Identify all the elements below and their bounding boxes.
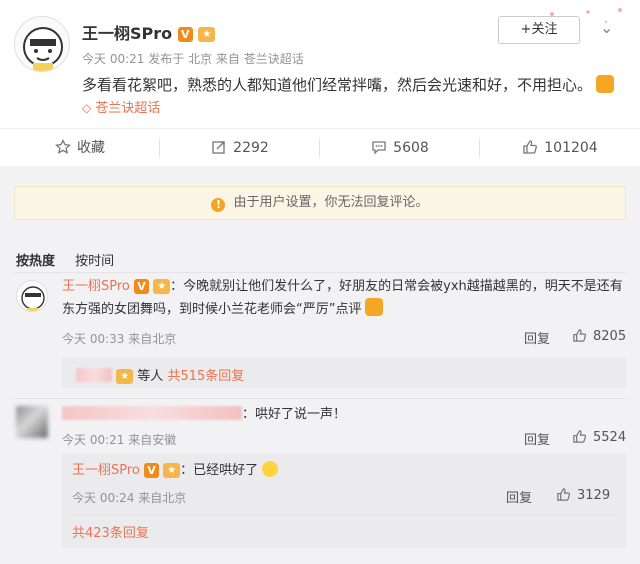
verified-badge-icon: V xyxy=(144,463,160,478)
sub-reply-like-button[interactable]: 3129 xyxy=(556,487,610,503)
author-name[interactable]: 王一栩SPro V ★ xyxy=(82,20,216,44)
repost-count: 2292 xyxy=(233,140,269,156)
reply-restricted-notice: ! 由于用户设置，你无法回复评论。 xyxy=(14,186,626,220)
sort-tabs: 按热度 按时间 xyxy=(16,250,130,269)
published-prefix: 发布于 xyxy=(148,52,185,66)
verified-badge-icon: V xyxy=(177,27,193,42)
comment-text: 王一栩SPro V ★ ：今晚就别让他们发什么了，好朋友的日常会被yxh越描越黑的… xyxy=(62,276,628,298)
comment-text: ：哄好了说一声！ xyxy=(62,404,346,426)
follow-button[interactable]: +关注 xyxy=(498,16,580,44)
medal-icon: ★ xyxy=(153,279,171,294)
notice-text: 由于用户设置，你无法回复评论。 xyxy=(233,195,429,210)
sub-reply-like-count: 3129 xyxy=(577,488,611,503)
author-avatar[interactable] xyxy=(14,16,70,72)
comment-meta: 今天 00:33 来自北京 xyxy=(62,332,177,346)
divider xyxy=(14,272,626,273)
comment-meta: 今天 00:21 来自安徽 xyxy=(62,433,177,447)
post-source-link[interactable]: 苍兰诀超话 xyxy=(244,52,304,66)
comment-author[interactable]: 王一栩SPro xyxy=(62,279,130,294)
laugh-emoji-icon xyxy=(262,461,279,477)
diamond-icon: ◇ xyxy=(82,101,92,115)
post-meta: 今天 00:21 发布于 北京 来自 苍兰诀超话 xyxy=(82,50,304,67)
comment-text-line2-wrap: 东方强的女团舞吗，到时候小兰花老师会“严厉”点评 xyxy=(62,298,628,321)
reply-summary-line: ★ 等人 共515条回复 xyxy=(76,365,244,384)
thumb-up-icon xyxy=(573,329,587,342)
replies-total-link[interactable]: 共423条回复 xyxy=(72,522,149,541)
reply-summary[interactable]: ★ 等人 共515条回复 xyxy=(62,358,626,388)
reply-button[interactable]: 回复 xyxy=(524,429,550,448)
info-icon: ! xyxy=(211,198,226,212)
source-prefix: 来自 xyxy=(215,52,240,66)
comment-like-button[interactable]: 5524 xyxy=(572,429,626,445)
comment-text-line2: 东方强的女团舞吗，到时候小兰花老师会“严厉”点评 xyxy=(62,302,362,317)
medal-icon: ★ xyxy=(163,463,181,478)
post-location: 北京 xyxy=(188,52,213,66)
medal-icon: ★ xyxy=(198,27,216,42)
comment-body: 王一栩SPro V ★ ：今晚就别让他们发什么了，好朋友的日常会被yxh越描越黑的… xyxy=(62,276,628,321)
like-button[interactable]: 101204 xyxy=(480,129,640,167)
favorite-label: 收藏 xyxy=(77,140,105,156)
repost-icon xyxy=(212,141,225,154)
topic-label[interactable]: 苍兰诀超话 xyxy=(95,101,160,116)
avatar-cartoon-icon xyxy=(17,281,47,311)
star-icon xyxy=(54,138,72,154)
comment-text-content: ：哄好了说一声！ xyxy=(242,407,347,422)
heart-hand-emoji-icon xyxy=(596,75,615,93)
blurred-username xyxy=(76,368,112,382)
thumb-up-icon xyxy=(557,488,571,501)
medal-icon: ★ xyxy=(116,369,134,384)
sub-reply-author[interactable]: 王一栩SPro xyxy=(72,463,140,478)
comment-like-count: 8205 xyxy=(593,329,627,344)
comment-avatar[interactable] xyxy=(16,280,48,312)
comment-button[interactable]: 5608 xyxy=(320,129,480,167)
post-time: 今天 00:21 xyxy=(82,52,145,66)
chevron-down-icon[interactable]: ⌄ xyxy=(600,18,613,37)
post-content-text: 多看看花絮吧，熟悉的人都知道他们经常拌嘴，然后会光速和好，不用担心。 xyxy=(82,76,593,94)
tab-sort-time[interactable]: 按时间 xyxy=(75,254,114,269)
divider xyxy=(14,398,626,399)
replies-suffix: 等人 xyxy=(137,369,164,384)
author-name-text[interactable]: 王一栩SPro xyxy=(82,24,172,43)
repost-button[interactable]: 2292 xyxy=(160,129,320,167)
topic-link[interactable]: ◇ 苍兰诀超话 xyxy=(82,97,160,116)
tab-sort-hot[interactable]: 按热度 xyxy=(16,254,55,269)
sub-reply-button[interactable]: 回复 xyxy=(506,487,532,506)
comment-count: 5608 xyxy=(393,140,429,156)
sub-reply-box: 王一栩SPro V ★ ：已经哄好了 今天 00:24 来自北京 回复 3129 … xyxy=(62,454,626,548)
divider xyxy=(70,514,618,515)
reply-button[interactable]: 回复 xyxy=(524,328,550,347)
verified-badge-icon: V xyxy=(134,279,150,294)
blurred-username xyxy=(62,406,242,420)
favorite-button[interactable]: 收藏 xyxy=(0,129,160,167)
thumb-up-icon xyxy=(523,140,538,154)
comments-section: ! 由于用户设置，你无法回复评论。 按热度 按时间 王一栩SPro V ★ ：今晚就… xyxy=(0,166,640,564)
comment-like-count: 5524 xyxy=(593,430,627,445)
replies-total-link[interactable]: 共515条回复 xyxy=(167,369,244,384)
post-action-bar: 收藏 2292 5608 101204 xyxy=(0,128,640,166)
sub-reply-meta: 今天 00:24 来自北京 xyxy=(72,491,187,505)
comment-like-button[interactable]: 8205 xyxy=(572,328,626,344)
post-content: 多看看花絮吧，熟悉的人都知道他们经常拌嘴，然后会光速和好，不用担心。 xyxy=(82,74,615,96)
sub-reply-content: ：已经哄好了 xyxy=(180,463,259,478)
comment-text-line1: ：今晚就别让他们发什么了，好朋友的日常会被yxh越描越黑的，明天不是还有 xyxy=(170,279,623,294)
avatar-cartoon-icon xyxy=(15,17,69,71)
comment-icon xyxy=(372,141,386,155)
heart-hand-emoji-icon xyxy=(365,298,384,316)
sub-reply-text: 王一栩SPro V ★ ：已经哄好了 xyxy=(72,460,279,482)
thumb-up-icon xyxy=(573,430,587,443)
comment-avatar-blurred[interactable] xyxy=(16,406,48,438)
like-count: 101204 xyxy=(544,140,598,156)
